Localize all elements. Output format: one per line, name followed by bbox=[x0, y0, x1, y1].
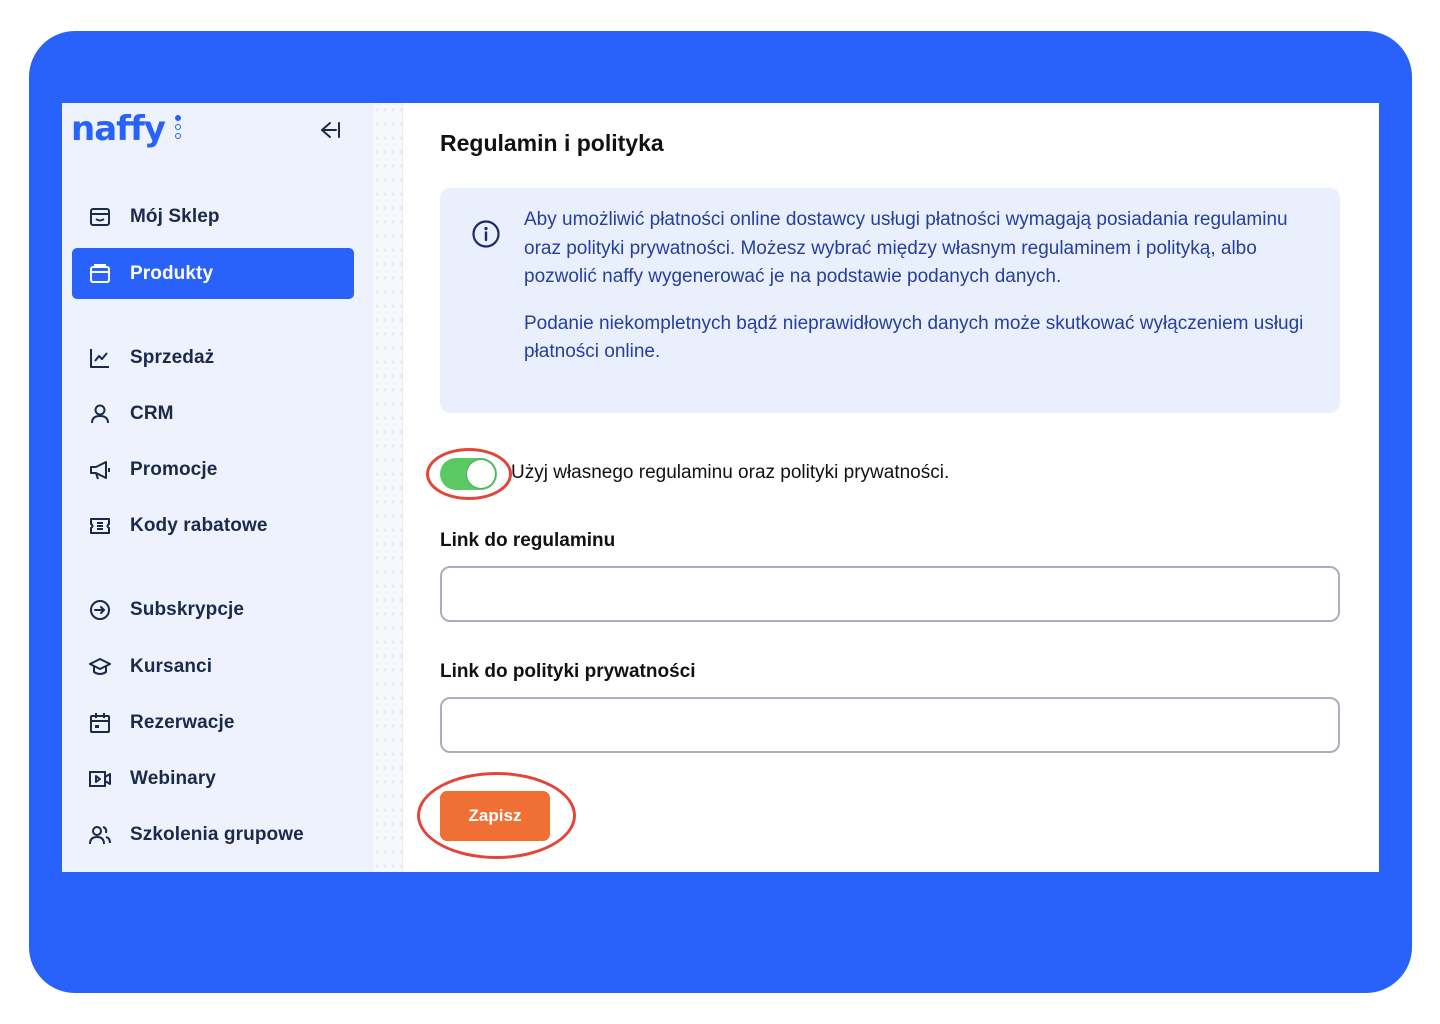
sidebar-item-rezerwacje[interactable]: Rezerwacje bbox=[72, 697, 354, 748]
logo: naffy bbox=[71, 109, 166, 149]
sidebar-item-produkty[interactable]: Produkty bbox=[72, 248, 354, 299]
sidebar-item-promocje[interactable]: Promocje bbox=[72, 444, 354, 495]
sidebar-item-label: Webinary bbox=[130, 767, 216, 789]
sidebar-item-label: Mój Sklep bbox=[130, 205, 220, 227]
sidebar-item-subskrypcje[interactable]: Subskrypcje bbox=[72, 584, 354, 635]
sidebar-item-label: Sprzedaż bbox=[130, 346, 215, 368]
sidebar-divider bbox=[373, 103, 403, 872]
ticket-icon bbox=[88, 514, 112, 538]
collapse-left-icon bbox=[321, 122, 340, 138]
folder-icon bbox=[88, 262, 112, 286]
sidebar-item-crm[interactable]: CRM bbox=[72, 388, 354, 439]
sidebar-item-label: Kursanci bbox=[130, 655, 213, 677]
info-paragraph: Aby umożliwić płatności online dostawcy … bbox=[524, 209, 1288, 287]
video-icon bbox=[88, 767, 112, 791]
store-icon bbox=[88, 205, 112, 229]
user-icon bbox=[88, 402, 112, 426]
toggle-knob bbox=[467, 460, 495, 488]
terms-link-input[interactable] bbox=[440, 566, 1340, 622]
info-text: Aby umożliwić płatności online dostawcy … bbox=[524, 206, 1314, 385]
app-window: naffy Mój Sklep Produkty Sprzedaż CRM Pr… bbox=[62, 103, 1379, 872]
page-title: Regulamin i polityka bbox=[440, 130, 664, 156]
privacy-link-label: Link do polityki prywatności bbox=[440, 661, 696, 682]
info-box: Aby umożliwić płatności online dostawcy … bbox=[440, 188, 1340, 413]
save-button[interactable]: Zapisz bbox=[440, 791, 550, 841]
graduation-cap-icon bbox=[88, 655, 112, 679]
info-icon bbox=[472, 220, 500, 248]
privacy-link-input[interactable] bbox=[440, 697, 1340, 753]
sidebar-item-webinary[interactable]: Webinary bbox=[72, 753, 354, 804]
sidebar-item-label: Kody rabatowe bbox=[130, 514, 268, 536]
main-content: Regulamin i polityka Aby umożliwić płatn… bbox=[402, 103, 1379, 872]
sidebar-item-label: Rezerwacje bbox=[130, 711, 235, 733]
sidebar-item-label: CRM bbox=[130, 402, 174, 424]
sidebar-item-kursanci[interactable]: Kursanci bbox=[72, 641, 354, 692]
sidebar-item-kody-rabatowe[interactable]: Kody rabatowe bbox=[72, 500, 354, 551]
sidebar-item-label: Promocje bbox=[130, 458, 218, 480]
collapse-sidebar-button[interactable] bbox=[317, 119, 343, 141]
sidebar-item-szkolenia-grupowe[interactable]: Szkolenia grupowe bbox=[72, 809, 354, 860]
toggle-label: Użyj własnego regulaminu oraz polityki p… bbox=[511, 462, 950, 483]
custom-terms-toggle-row: Użyj własnego regulaminu oraz polityki p… bbox=[440, 457, 949, 491]
sidebar-item-moj-sklep[interactable]: Mój Sklep bbox=[72, 191, 354, 242]
sidebar-item-label: Szkolenia grupowe bbox=[130, 823, 304, 845]
sidebar: naffy Mój Sklep Produkty Sprzedaż CRM Pr… bbox=[62, 103, 373, 872]
custom-terms-toggle[interactable] bbox=[440, 458, 497, 490]
subscription-icon bbox=[88, 598, 112, 622]
logo-dots-icon bbox=[175, 115, 183, 141]
sidebar-item-label: Subskrypcje bbox=[130, 598, 245, 620]
users-icon bbox=[88, 823, 112, 847]
megaphone-icon bbox=[88, 458, 112, 482]
sidebar-item-label: Produkty bbox=[130, 262, 214, 284]
terms-link-label: Link do regulaminu bbox=[440, 530, 616, 551]
info-paragraph: Podanie niekompletnych bądź nieprawidłow… bbox=[524, 312, 1304, 363]
sidebar-item-sprzedaz[interactable]: Sprzedaż bbox=[72, 332, 354, 383]
calendar-icon bbox=[88, 711, 112, 735]
chart-line-icon bbox=[88, 346, 112, 370]
